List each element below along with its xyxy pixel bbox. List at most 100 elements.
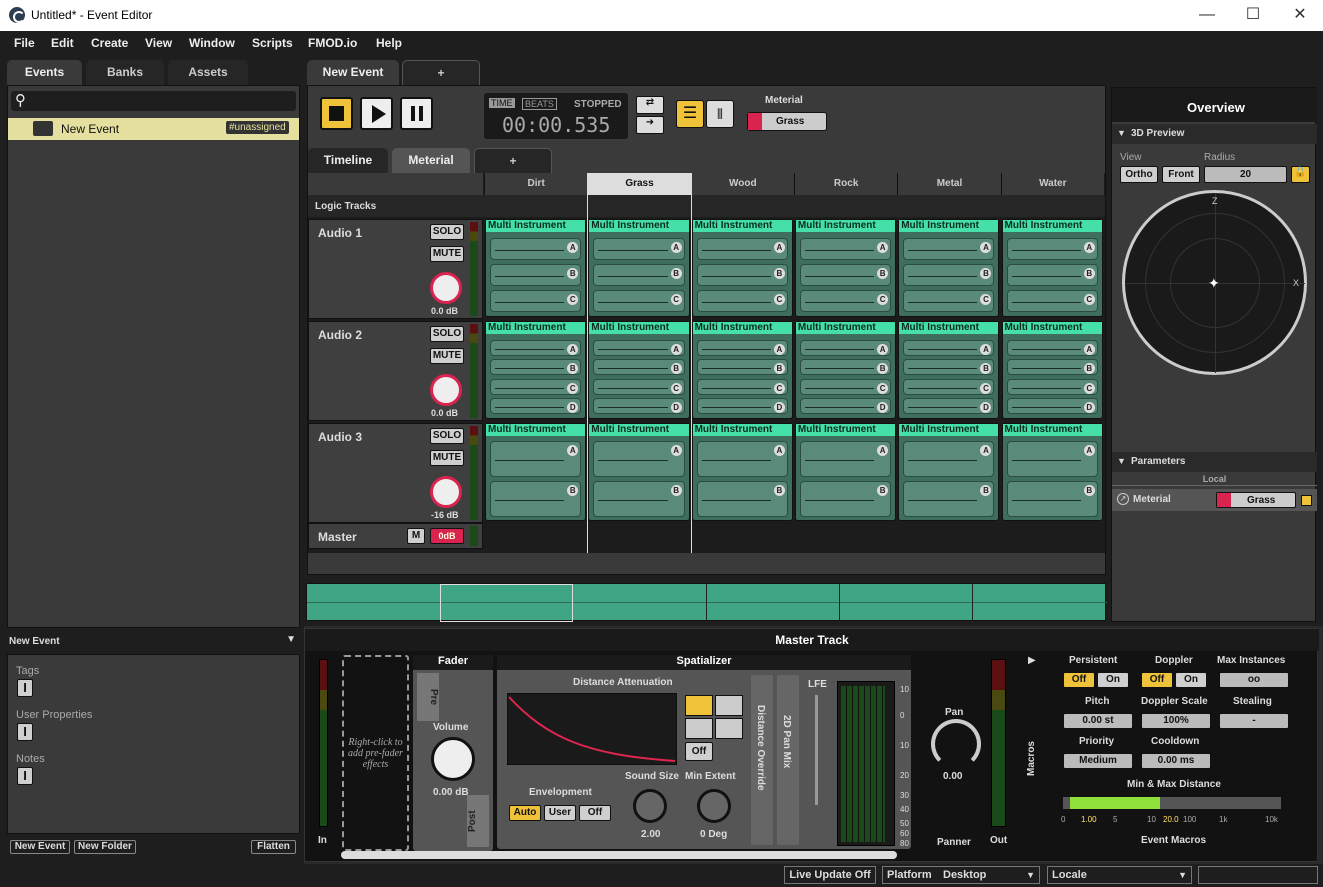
menu-file[interactable]: File (14, 36, 35, 50)
playlist-entry[interactable]: D (696, 398, 788, 415)
playlist-entry[interactable]: B (490, 264, 582, 286)
persistent-on-button[interactable]: On (1097, 672, 1129, 688)
beats-mode-button[interactable]: BEATS (522, 98, 557, 110)
menu-create[interactable]: Create (91, 36, 128, 50)
search-input[interactable]: ⚲ (11, 91, 296, 111)
playlist-entry[interactable]: C (593, 290, 685, 312)
envelopment-user-button[interactable]: User (544, 805, 576, 821)
radius-input[interactable]: 20 (1204, 166, 1287, 183)
playlist-entry[interactable]: A (1006, 339, 1098, 356)
playlist-entry[interactable]: D (490, 398, 582, 415)
playlist-entry[interactable]: B (696, 480, 788, 517)
expand-icon[interactable]: ▶ (1028, 655, 1036, 666)
playlist-entry[interactable]: A (696, 441, 788, 478)
user-properties-edit-button[interactable]: I (17, 723, 33, 741)
pan-knob[interactable] (931, 719, 981, 769)
playlist-entry[interactable]: C (593, 378, 685, 395)
stealing-select[interactable]: - (1219, 713, 1289, 729)
playlist-entry[interactable]: C (1006, 290, 1098, 312)
rolloff-linear-icon[interactable] (715, 695, 743, 716)
mute-button[interactable]: MUTE (430, 450, 464, 466)
grid-view-icon[interactable]: ⦀ (706, 100, 734, 128)
playlist-entry[interactable]: C (490, 378, 582, 395)
front-button[interactable]: Front (1162, 166, 1200, 183)
playlist-entry[interactable]: A (1006, 238, 1098, 260)
solo-button[interactable]: SOLO (430, 428, 464, 444)
playlist-entry[interactable]: C (903, 378, 995, 395)
playlist-entry[interactable]: C (490, 290, 582, 312)
column-header[interactable]: Rock (793, 173, 898, 195)
playlist-entry[interactable]: A (490, 339, 582, 356)
playlist-entry[interactable]: A (799, 441, 892, 478)
track-volume-knob[interactable] (430, 272, 462, 304)
playlist-entry[interactable]: B (696, 359, 788, 376)
master-mute-button[interactable]: M (407, 528, 425, 544)
follow-playhead-icon[interactable]: ➜ (636, 116, 664, 134)
column-header[interactable]: Water (1000, 173, 1104, 195)
multi-instrument[interactable]: Multi Instrument A B (794, 423, 897, 521)
distance-override-panel[interactable]: Distance Override (751, 675, 773, 845)
playlist-entry[interactable]: C (799, 378, 892, 395)
mute-button[interactable]: MUTE (430, 348, 464, 364)
menu-edit[interactable]: Edit (51, 36, 74, 50)
tab-banks[interactable]: Banks (86, 60, 164, 85)
live-update-button[interactable]: Live Update Off (784, 866, 876, 884)
playlist-entry[interactable]: A (593, 238, 685, 260)
chevron-down-icon[interactable]: ▼ (286, 634, 296, 645)
ortho-button[interactable]: Ortho (1120, 166, 1158, 183)
prefader-slot[interactable]: Right-click to add pre-fader effects (342, 655, 409, 851)
playlist-entry[interactable]: C (696, 290, 788, 312)
playlist-entry[interactable]: B (903, 359, 995, 376)
playlist-entry[interactable]: A (903, 238, 995, 260)
playlist-entry[interactable]: D (903, 398, 995, 415)
doppler-on-button[interactable]: On (1175, 672, 1207, 688)
track-header[interactable]: Audio 3 SOLO MUTE -16 dB (308, 423, 483, 523)
playlist-entry[interactable]: A (799, 339, 892, 356)
stop-button[interactable] (320, 97, 353, 130)
close-button[interactable]: ✕ (1280, 4, 1320, 26)
playlist-entry[interactable]: B (593, 264, 685, 286)
menu-scripts[interactable]: Scripts (252, 36, 293, 50)
sound-size-knob[interactable] (633, 789, 667, 823)
playlist-entry[interactable]: A (903, 339, 995, 356)
min-max-distance-slider[interactable] (1063, 797, 1281, 809)
new-event-button[interactable]: New Event (10, 840, 70, 854)
playlist-entry[interactable]: A (696, 339, 788, 356)
param-selector[interactable]: Grass (747, 112, 827, 131)
mute-button[interactable]: MUTE (430, 246, 464, 262)
multi-instrument[interactable]: Multi Instrument A B C (485, 219, 587, 317)
persistent-off-button[interactable]: Off (1063, 672, 1095, 688)
tab-new-event[interactable]: New Event (307, 60, 399, 85)
parameter-color-swatch[interactable] (1301, 495, 1312, 506)
maximize-button[interactable]: ☐ (1233, 4, 1273, 26)
envelopment-auto-button[interactable]: Auto (509, 805, 541, 821)
playlist-entry[interactable]: B (696, 264, 788, 286)
cooldown-input[interactable]: 0.00 ms (1141, 753, 1211, 769)
rolloff-inverse-tapered-icon[interactable] (715, 718, 743, 739)
loop-icon[interactable]: ⇄ (636, 96, 664, 114)
multi-instrument[interactable]: Multi Instrument A B C (898, 219, 1000, 317)
rolloff-linear-squared-icon[interactable] (685, 695, 713, 716)
min-extent-knob[interactable] (697, 789, 731, 823)
menu-view[interactable]: View (145, 36, 172, 50)
tags-edit-button[interactable]: I (17, 679, 33, 697)
playlist-entry[interactable]: B (1006, 480, 1098, 517)
menu-help[interactable]: Help (376, 36, 402, 50)
playlist-entry[interactable]: B (903, 264, 995, 286)
menu-fmodio[interactable]: FMOD.io (308, 36, 357, 50)
multi-instrument[interactable]: Multi Instrument A B C (794, 219, 897, 317)
column-header[interactable]: Dirt (484, 173, 588, 195)
playlist-entry[interactable]: D (593, 398, 685, 415)
playlist-entry[interactable]: D (1006, 398, 1098, 415)
parameter-value-chip[interactable]: Grass (1216, 492, 1296, 508)
3d-preview-sphere[interactable]: Z X ✦ (1122, 190, 1307, 375)
play-button[interactable] (360, 97, 393, 130)
multi-instrument[interactable]: Multi Instrument A B (691, 423, 793, 521)
multi-instrument[interactable]: Multi Instrument A B C D (588, 321, 690, 419)
list-view-icon[interactable]: ☰ (676, 100, 704, 128)
playlist-entry[interactable]: A (799, 238, 892, 260)
minimize-button[interactable]: — (1187, 4, 1227, 26)
envelopment-off-button[interactable]: Off (579, 805, 611, 821)
parameter-row[interactable]: ↗ Meterial Grass (1112, 489, 1317, 511)
multi-instrument[interactable]: Multi Instrument A B C (588, 219, 690, 317)
